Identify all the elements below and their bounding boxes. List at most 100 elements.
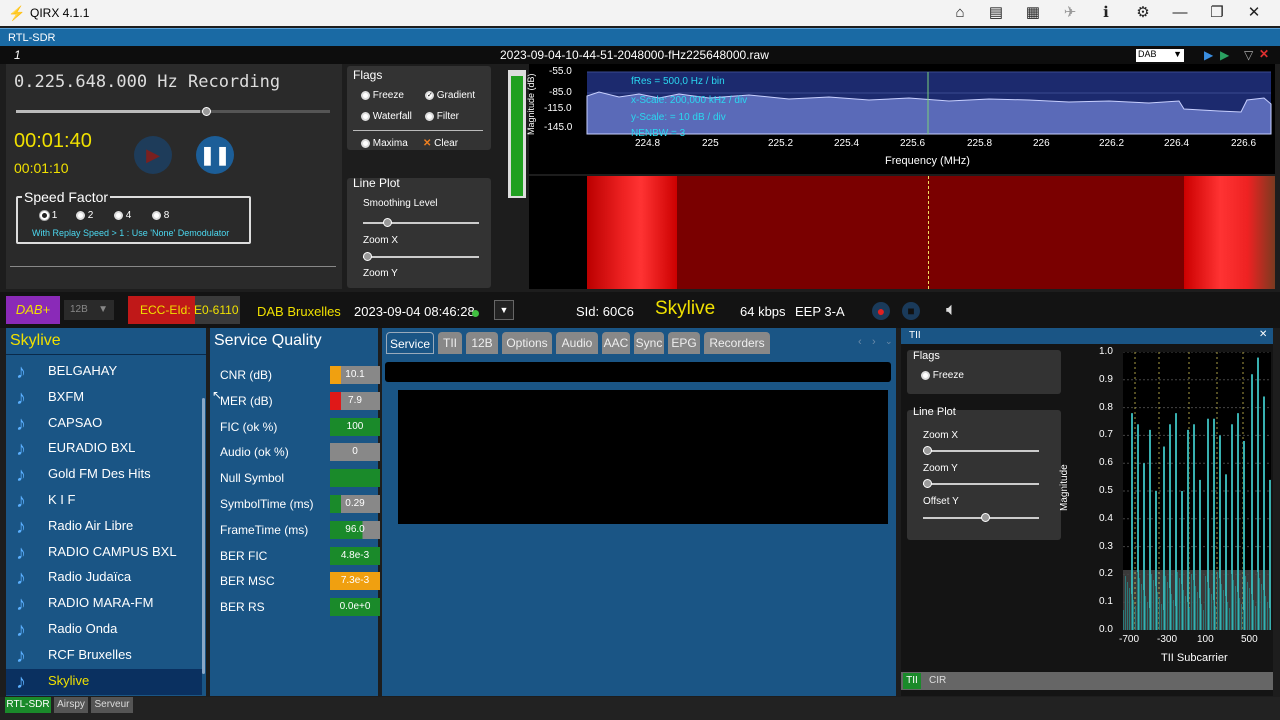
mode-select[interactable]: DAB ▼ [1136,49,1184,62]
tab-tii[interactable]: TII [438,332,462,354]
freeze-toggle[interactable]: Freeze [361,90,404,101]
tii-offsety-slider[interactable] [923,513,1039,522]
gradient-toggle[interactable]: ✓ Gradient [425,90,475,101]
smoothing-slider[interactable] [363,218,479,227]
tii-noise [1197,592,1198,630]
tab-recorders[interactable]: Recorders [704,332,770,354]
tii-freeze-toggle[interactable]: Freeze [921,370,964,381]
tab-12b[interactable]: 12B [466,332,498,354]
tii-zoomy-slider[interactable] [923,479,1039,488]
tii-close-icon[interactable]: ✕ [1259,329,1267,340]
clear-button[interactable]: ✕ Clear [423,138,458,149]
service-item-label: Radio Judaïca [48,569,132,585]
service-item[interactable]: ♪ Gold FM Des Hits [6,462,202,488]
service-item[interactable]: ♪ Radio Onda [6,617,202,643]
channel-select[interactable]: 12B ▼ [64,300,114,320]
service-item[interactable]: ♪ EURADIO BXL [6,436,202,462]
tii-noise [1201,604,1202,630]
tii-noise [1245,576,1246,630]
service-item[interactable]: ♪ RADIO MARA-FM [6,591,202,617]
playback-panel: 0.225.648.000 Hz Recording 00:01:40 00:0… [6,64,342,289]
tab-sync[interactable]: Sync [634,332,664,354]
stop-button[interactable]: ■ [902,302,920,320]
layout-icon[interactable]: ▤ [986,4,1006,22]
waterfall-toggle[interactable]: Waterfall [361,111,412,122]
quality-value: 7.3e-3 [330,572,380,591]
minimize-icon[interactable]: — [1170,4,1190,22]
ytick-3: -145.0 [544,122,573,133]
satellite-icon[interactable]: ✈ [1060,4,1080,22]
music-note-icon: ♪ [16,644,26,667]
play-forward-icon[interactable]: ▶ [1204,48,1213,62]
speed-option-8[interactable]: 8 [152,210,169,221]
bottom-tab-serveur[interactable]: Serveur [91,697,133,713]
settings-gear-icon[interactable]: ⚙ [1133,4,1153,22]
pause-button[interactable]: ❚❚ [196,136,234,174]
quality-value: 4.8e-3 [330,546,380,565]
map-icon[interactable]: ▦ [1023,4,1043,22]
tii-tab-cir[interactable]: CIR [929,673,946,689]
quality-label: MER (dB) [220,393,273,408]
service-item[interactable]: ♪ BXFM [6,385,202,411]
close-panel-icon[interactable]: ✕ [1259,47,1269,61]
bottom-tab-airspy[interactable]: Airspy [54,697,88,713]
tab-menu-icon[interactable]: ⌄ [885,336,893,347]
service-id: SId: 60C6 [576,304,634,319]
tii-tab-tii[interactable]: TII [903,673,921,689]
collapse-icon[interactable]: ▽ [1244,48,1253,62]
playback-slider[interactable] [16,107,330,116]
tii-bar [1243,440,1245,630]
zoomx-slider[interactable] [363,252,479,261]
tii-bar [1187,429,1189,630]
info-icon[interactable]: ℹ [1096,4,1116,22]
service-item[interactable]: ♪ BELGAHAY [6,359,202,385]
maximize-icon[interactable]: ❐ [1207,4,1227,22]
speed-option-4[interactable]: 4 [114,210,131,221]
spectrum-xtick: 225.6 [900,138,926,149]
tab-audio[interactable]: Audio [556,332,598,354]
tab-options[interactable]: Options [502,332,552,354]
speaker-icon[interactable]: 🔈︎ [946,299,957,320]
service-item-label: RADIO CAMPUS BXL [48,543,177,559]
tab-service[interactable]: Service [386,332,434,354]
tii-noise [1183,590,1184,630]
play-icon[interactable]: ▶ [1220,48,1229,62]
tab-epg[interactable]: EPG [668,332,700,354]
service-item[interactable]: ♪ RADIO CAMPUS BXL [6,540,202,566]
speed-option-2[interactable]: 2 [76,210,93,221]
service-item[interactable]: ♪ K I F [6,488,202,514]
dropdown-button[interactable]: ▼ [494,300,514,320]
filter-toggle[interactable]: Filter [425,111,459,122]
tii-noise [1221,584,1222,630]
home-icon[interactable]: ⌂ [950,4,970,22]
service-item[interactable]: ♪ Radio Air Libre [6,514,202,540]
tab-prev-icon[interactable]: ‹ [858,336,862,348]
quality-row: BER MSC 7.3e-3 [220,572,380,592]
service-tabs-panel: Service TII 12B Options Audio AAC Sync EPG Recor… [382,328,896,696]
maxima-toggle[interactable]: Maxima [361,138,408,149]
bottom-tab-rtlsdr[interactable]: RTL-SDR [5,697,51,713]
protection: EEP 3-A [795,304,845,319]
speed-factor-box: Speed Factor 1 2 4 8 With Replay Speed >… [16,189,251,244]
waterfall-plot [529,176,1275,289]
service-item-label: BELGAHAY [48,363,118,378]
tii-noise [1171,594,1172,630]
speed-option-1[interactable]: 1 [40,210,57,221]
service-list-scrollbar[interactable] [202,398,205,674]
music-note-icon: ♪ [16,361,26,383]
record-button[interactable]: ● [872,302,890,320]
close-icon[interactable]: ✕ [1244,4,1264,22]
tii-ytick: 0.4 [1099,512,1113,524]
service-item[interactable]: ♪ CAPSAO [6,411,202,437]
record-play-button[interactable]: ▶ [134,136,172,174]
music-note-icon: ♪ [16,619,26,641]
playback-knob[interactable] [202,107,211,116]
tii-zoomx-slider[interactable] [923,446,1039,455]
service-item[interactable]: ♪ Skylive [6,668,202,695]
service-item[interactable]: ♪ RCF Bruxelles [6,643,202,669]
tii-noise [1195,586,1196,630]
service-item[interactable]: ♪ Radio Judaïca [6,565,202,591]
quality-row: Audio (ok %) 0 [220,443,380,463]
tab-aac[interactable]: AAC [602,332,630,354]
tab-next-icon[interactable]: › [872,336,876,348]
